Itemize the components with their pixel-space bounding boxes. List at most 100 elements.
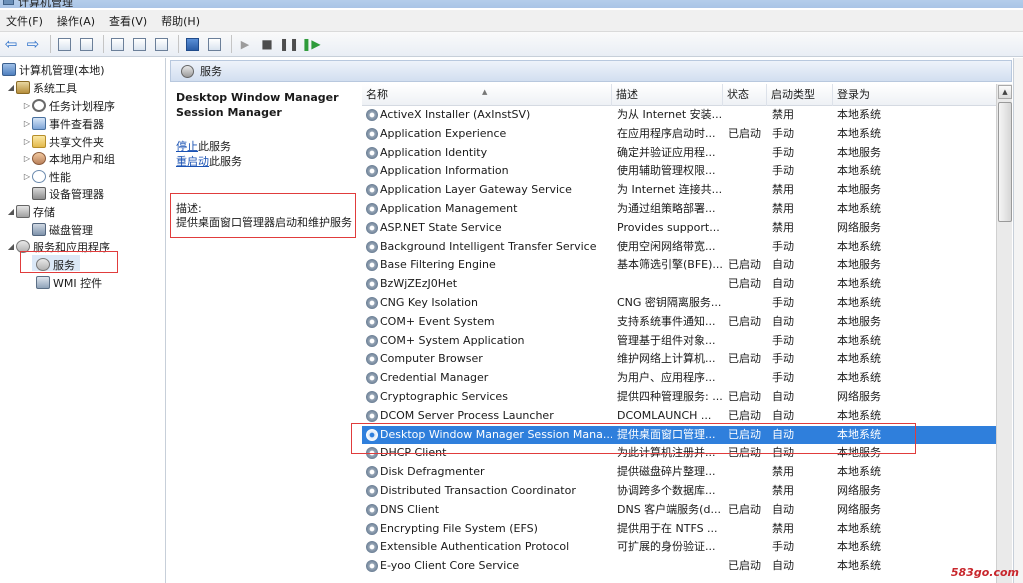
service-status-cell (728, 463, 768, 481)
table-row[interactable]: BzWjZEzJ0Het 已启动 自动 本地系统 (362, 275, 996, 294)
expand-arrow-icon[interactable]: ▷ (22, 119, 32, 128)
refresh-icon[interactable] (130, 35, 148, 53)
service-name-cell: COM+ Event System (380, 314, 495, 328)
table-row[interactable]: Extensible Authentication Protocol 可扩展的身份… (362, 538, 996, 557)
column-status[interactable]: 状态 (723, 84, 767, 106)
expand-arrow-icon[interactable]: ▷ (22, 172, 32, 181)
gear-icon (366, 165, 378, 178)
table-row[interactable]: E-yoo Client Core Service 已启动 自动 本地系统 (362, 557, 996, 576)
collapse-arrow-icon[interactable]: ◢ (6, 207, 16, 216)
window-title: 计算机管理 (18, 0, 73, 9)
menu-view[interactable]: 查看(V) (109, 13, 147, 29)
service-name-cell: CNG Key Isolation (380, 296, 478, 309)
service-status-cell (728, 238, 768, 256)
gear-icon (366, 391, 378, 403)
table-row[interactable]: COM+ Event System 支持系统事件通知... 已启动 自动 本地服务 (362, 313, 996, 332)
show-tree-icon[interactable] (77, 35, 95, 53)
tree-task-scheduler[interactable]: ▷ 任务计划程序 (22, 97, 115, 114)
gear-icon (366, 560, 378, 573)
menu-file[interactable]: 文件(F) (6, 13, 43, 29)
tree-event-viewer[interactable]: ▷ 事件查看器 (22, 115, 104, 132)
list-header: 名称 ▲ 描述 状态 启动类型 登录为 (362, 84, 996, 106)
service-name-cell: Application Experience (380, 126, 507, 140)
service-status-cell: 已启动 (728, 502, 761, 516)
table-row[interactable]: Cryptographic Services 提供四种管理服务: ... 已启动 自动… (362, 388, 996, 407)
menu-action[interactable]: 操作(A) (57, 13, 95, 29)
table-row[interactable]: Application Information 使用辅助管理权限... 手动 本地系统 (362, 162, 996, 181)
service-name-cell: Computer Browser (380, 352, 483, 366)
tree-shared-folders[interactable]: ▷ 共享文件夹 (22, 133, 104, 150)
service-logon-cell: 本地服务 (837, 258, 881, 272)
forward-icon[interactable]: ⇨ (24, 35, 42, 53)
table-row[interactable]: Application Identity 确定并验证应用程... 手动 本地服务 (362, 144, 996, 163)
service-startup-cell: 禁用 (772, 108, 794, 121)
stop-service-link[interactable]: 停止 (176, 140, 198, 153)
table-row[interactable]: ASP.NET State Service Provides support...… (362, 219, 996, 238)
back-icon[interactable]: ⇦ (2, 35, 20, 53)
tree-system-tools[interactable]: ◢ 系统工具 (6, 79, 77, 96)
service-name-cell: Application Information (380, 164, 509, 178)
tree-root[interactable]: 计算机管理(本地) (2, 61, 105, 78)
start-service-icon[interactable]: ▶ (236, 35, 254, 53)
service-startup-cell: 禁用 (772, 220, 794, 234)
service-startup-cell: 手动 (772, 540, 794, 554)
export-icon[interactable] (108, 35, 126, 53)
table-row[interactable]: Application Experience 在应用程序启动时... 已启动 手动 本地… (362, 125, 996, 144)
services-list: 名称 ▲ 描述 状态 启动类型 登录为 ActiveX Installer (A… (362, 84, 996, 583)
table-row[interactable]: Background Intelligent Transfer Service 使… (362, 238, 996, 257)
up-icon[interactable] (55, 35, 73, 53)
tree-local-users[interactable]: ▷ 本地用户和组 (22, 150, 115, 167)
gear-icon (366, 127, 378, 140)
toolbar-separator (231, 35, 232, 53)
service-status-cell: 已启动 (728, 277, 761, 291)
gear-icon (366, 221, 378, 234)
collapse-arrow-icon[interactable]: ◢ (6, 242, 16, 251)
tree-device-manager[interactable]: 设备管理器 (32, 185, 104, 202)
column-name[interactable]: 名称 ▲ (362, 84, 612, 106)
table-row[interactable]: Credential Manager 为用户、应用程序... 手动 本地系统 (362, 369, 996, 388)
gear-icon (366, 203, 378, 215)
table-row[interactable]: Disk Defragmenter 提供磁盘碎片整理... 禁用 本地系统 (362, 463, 996, 482)
table-row[interactable]: Computer Browser 维护网络上计算机... 已启动 手动 本地系统 (362, 350, 996, 369)
column-startup-type[interactable]: 启动类型 (767, 84, 833, 106)
tree-label: 磁盘管理 (49, 223, 93, 237)
service-name-cell: ActiveX Installer (AxInstSV) (380, 108, 531, 121)
column-logon-as[interactable]: 登录为 (833, 84, 996, 106)
annotation-box-services (20, 251, 118, 273)
tree-performance[interactable]: ▷ 性能 (22, 168, 71, 185)
help-icon[interactable] (183, 35, 201, 53)
service-description-cell: 提供磁盘碎片整理... (617, 465, 716, 479)
menu-help[interactable]: 帮助(H) (161, 13, 200, 29)
stop-service-icon[interactable]: ■ (258, 35, 276, 53)
column-description[interactable]: 描述 (612, 84, 723, 106)
tree-wmi[interactable]: WMI 控件 (36, 274, 102, 291)
table-row[interactable]: Application Layer Gateway Service 为 Inter… (362, 181, 996, 200)
table-row[interactable]: Application Management 为通过组策略部署... 禁用 本地系统 (362, 200, 996, 219)
service-description-cell: 支持系统事件通知... (617, 314, 716, 328)
expand-arrow-icon[interactable]: ▷ (22, 101, 32, 110)
table-row[interactable]: DNS Client DNS 客户端服务(d... 已启动 自动 网络服务 (362, 501, 996, 520)
scroll-up-icon[interactable]: ▲ (998, 85, 1012, 99)
restart-service-icon[interactable]: ❚▶ (301, 35, 320, 53)
table-row[interactable]: COM+ System Application 管理基于组件对象... 手动 本地系统 (362, 332, 996, 351)
export-list-icon[interactable] (152, 35, 170, 53)
vertical-scrollbar[interactable]: ▲ (996, 84, 1012, 583)
table-row[interactable]: CNG Key Isolation CNG 密钥隔离服务... 手动 本地系统 (362, 294, 996, 313)
table-row[interactable]: Encrypting File System (EFS) 提供用于在 NTFS .… (362, 520, 996, 539)
pause-service-icon[interactable]: ❚❚ (279, 35, 299, 53)
expand-arrow-icon[interactable]: ▷ (22, 154, 32, 163)
table-row[interactable]: Distributed Transaction Coordinator 协调跨多个… (362, 482, 996, 501)
scroll-thumb[interactable] (998, 102, 1012, 222)
expand-arrow-icon[interactable]: ▷ (22, 137, 32, 146)
collapse-arrow-icon[interactable]: ◢ (6, 83, 16, 92)
gear-icon (366, 541, 378, 554)
properties-icon[interactable] (205, 35, 223, 53)
tree-storage[interactable]: ◢ 存储 (6, 203, 55, 220)
restart-service-link[interactable]: 重启动 (176, 155, 209, 168)
column-label: 描述 (616, 88, 638, 101)
tree-disk-management[interactable]: 磁盘管理 (32, 221, 93, 238)
service-status-cell (728, 200, 768, 218)
table-row[interactable]: ActiveX Installer (AxInstSV) 为从 Internet … (362, 106, 996, 125)
table-row[interactable]: Base Filtering Engine 基本筛选引擎(BFE)... 已启动 自动… (362, 256, 996, 275)
event-viewer-icon (32, 117, 46, 130)
